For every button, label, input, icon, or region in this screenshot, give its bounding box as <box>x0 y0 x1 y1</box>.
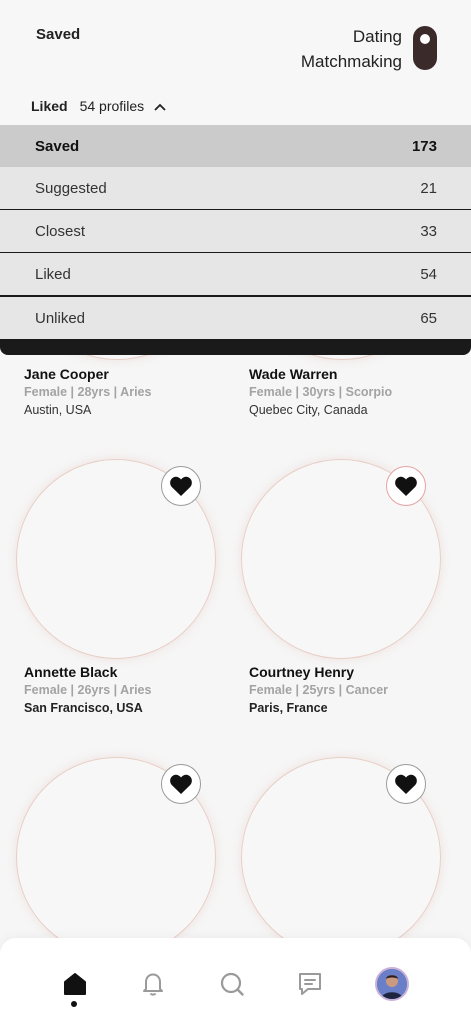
dropdown-item-suggested[interactable]: Suggested 21 <box>0 167 471 209</box>
chevron-up-icon <box>154 98 166 114</box>
profile-meta: Female | 30yrs | Scorpio <box>249 385 393 399</box>
search-icon <box>220 972 244 996</box>
profile-meta: Female | 26yrs | Aries <box>24 683 152 697</box>
like-button[interactable] <box>386 466 426 506</box>
chat-icon <box>299 973 321 995</box>
dropdown-item-count: 54 <box>420 265 437 283</box>
filter-dropdown-menu: Saved 173 Suggested 21 Closest 33 Liked … <box>0 125 471 355</box>
dropdown-item-saved[interactable]: Saved 173 <box>0 125 471 167</box>
filter-current: Liked <box>31 98 68 114</box>
profile-name: Annette Black <box>24 664 118 680</box>
profile-meta: Female | 25yrs | Cancer <box>249 683 389 697</box>
bell-icon <box>143 973 163 996</box>
active-indicator <box>71 1001 77 1007</box>
dropdown-item-closest[interactable]: Closest 33 <box>0 210 471 252</box>
dropdown-item-label: Unliked <box>35 309 86 327</box>
nav-search[interactable] <box>212 964 252 1004</box>
heart-icon <box>395 774 417 794</box>
nav-notifications[interactable] <box>133 964 173 1004</box>
dropdown-item-liked[interactable]: Liked 54 <box>0 253 471 295</box>
home-icon <box>64 973 86 995</box>
like-button[interactable] <box>161 764 201 804</box>
filter-dropdown-trigger[interactable]: Liked 54 profiles <box>31 96 166 116</box>
toggle-knob <box>420 34 430 44</box>
dropdown-item-label: Suggested <box>35 179 107 197</box>
dropdown-item-count: 65 <box>420 309 437 327</box>
profile-name: Courtney Henry <box>249 664 355 680</box>
nav-messages[interactable] <box>290 964 330 1004</box>
dropdown-item-label: Liked <box>35 265 71 283</box>
profile-avatar <box>375 967 409 1001</box>
profile-meta: Female | 28yrs | Aries <box>24 385 152 399</box>
profile-location: Paris, France <box>249 701 328 715</box>
mode-labels: Dating Matchmaking <box>301 24 402 74</box>
like-button[interactable] <box>386 764 426 804</box>
dropdown-item-unliked[interactable]: Unliked 65 <box>0 297 471 339</box>
profile-name: Jane Cooper <box>24 366 109 382</box>
profile-location: Austin, USA <box>24 403 92 417</box>
dropdown-item-label: Closest <box>35 222 86 240</box>
bottom-nav <box>0 938 471 1024</box>
mode-toggle[interactable] <box>413 26 437 70</box>
dropdown-item-count: 173 <box>411 137 437 155</box>
nav-profile[interactable] <box>372 964 412 1004</box>
heart-icon <box>395 476 417 496</box>
heart-icon <box>170 476 192 496</box>
mode-label-matchmaking: Matchmaking <box>300 52 402 71</box>
heart-icon <box>170 774 192 794</box>
like-button[interactable] <box>161 466 201 506</box>
nav-home[interactable] <box>55 964 95 1004</box>
profile-location: Quebec City, Canada <box>249 403 368 417</box>
dropdown-item-count: 33 <box>420 222 437 240</box>
dropdown-item-label: Saved <box>35 137 80 155</box>
profile-location: San Francisco, USA <box>24 701 143 715</box>
dropdown-item-count: 21 <box>420 179 437 197</box>
page-title: Saved <box>36 26 81 43</box>
filter-count: 54 profiles <box>79 98 145 114</box>
profile-name: Wade Warren <box>249 366 338 382</box>
mode-label-dating: Dating <box>352 27 402 46</box>
header: Saved Dating Matchmaking Liked 54 profil… <box>0 0 471 125</box>
